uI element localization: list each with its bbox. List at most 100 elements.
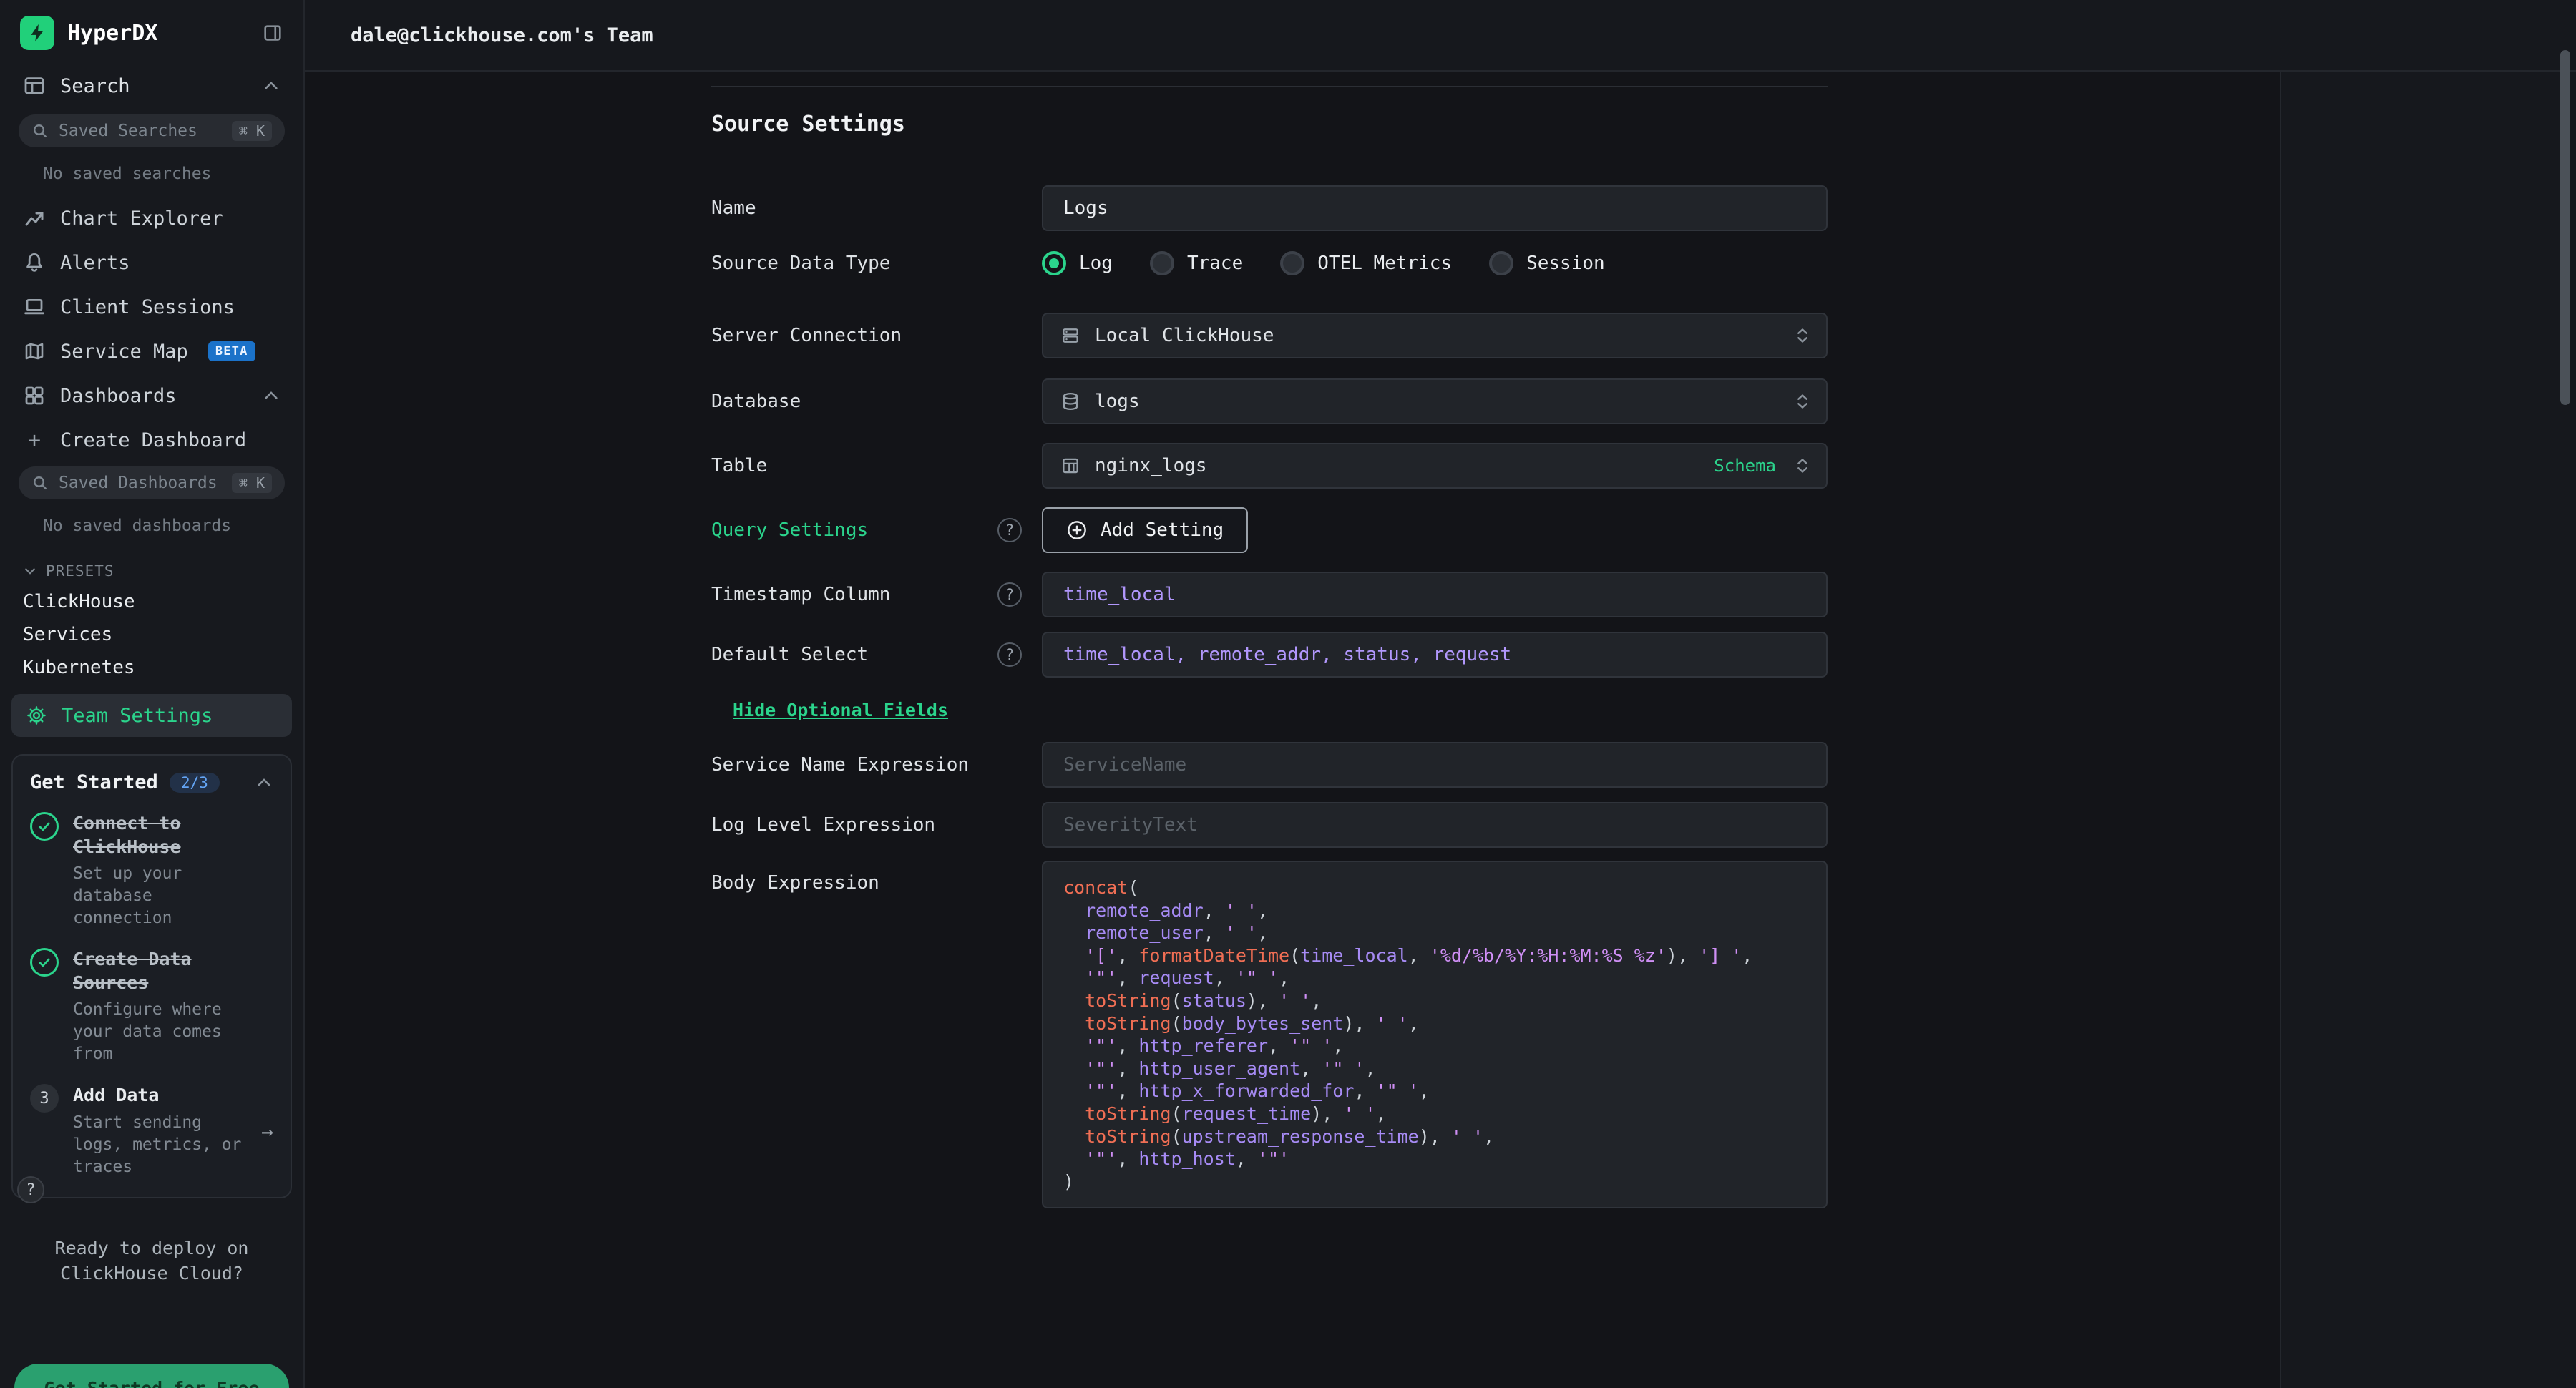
step-title: Connect to ClickHouse — [73, 812, 273, 859]
map-icon — [23, 340, 46, 363]
no-saved-searches-text: No saved searches — [0, 153, 303, 196]
table-label: Table — [711, 455, 767, 476]
radio-label: OTEL Metrics — [1317, 253, 1452, 274]
form-row-log-level: Log Level Expression — [711, 802, 1828, 848]
arrow-right-icon: → — [261, 1120, 273, 1143]
server-connection-select[interactable]: Local ClickHouse — [1042, 313, 1828, 358]
default-select-input[interactable] — [1042, 632, 1828, 678]
chevron-up-icon — [262, 386, 280, 405]
chevron-down-icon — [23, 564, 37, 578]
name-input[interactable] — [1042, 185, 1828, 231]
presets-label: PRESETS — [46, 562, 114, 580]
log-level-input[interactable] — [1042, 802, 1828, 848]
hide-optional-fields-link[interactable]: Hide Optional Fields — [733, 700, 948, 720]
database-label: Database — [711, 391, 801, 412]
get-started-title: Get Started — [30, 771, 158, 793]
app-root: HyperDX Search Saved Searches ⌘ K No sav… — [0, 0, 2576, 1388]
form-row-default-select: Default Select ? — [711, 632, 1828, 678]
chevron-updown-icon — [1793, 392, 1812, 411]
get-started-cta-button[interactable]: Get Started for Free — [14, 1364, 289, 1388]
search-section-label: Search — [60, 75, 130, 97]
check-circle-icon — [30, 948, 59, 977]
database-select[interactable]: logs — [1042, 378, 1828, 424]
shortcut-badge: ⌘ K — [232, 121, 272, 141]
body-expression-label: Body Expression — [711, 872, 879, 894]
sidebar-item-alerts[interactable]: Alerts — [0, 240, 303, 285]
server-connection-label: Server Connection — [711, 325, 902, 346]
schema-link[interactable]: Schema — [1714, 456, 1776, 476]
radio-unselected-icon — [1280, 251, 1304, 275]
sidebar-item-client-sessions[interactable]: Client Sessions — [0, 285, 303, 329]
nav-label: Dashboards — [60, 385, 177, 407]
sidebar-item-search[interactable]: Search — [0, 62, 303, 110]
plus-icon: + — [23, 428, 46, 453]
radio-otel-metrics[interactable]: OTEL Metrics — [1280, 251, 1452, 275]
chevron-updown-icon — [1793, 456, 1812, 475]
help-icon[interactable]: ? — [997, 642, 1022, 667]
form-row-database: Database logs — [711, 378, 1828, 424]
table-value: nginx_logs — [1095, 455, 1207, 476]
saved-dashboards-placeholder: Saved Dashboards — [59, 474, 218, 492]
right-panel-area — [2280, 72, 2576, 1388]
no-saved-dashboards-text: No saved dashboards — [0, 505, 303, 548]
name-label: Name — [711, 197, 756, 219]
brand-name: HyperDX — [67, 21, 157, 46]
saved-dashboards-input[interactable]: Saved Dashboards ⌘ K — [19, 466, 285, 499]
log-level-label: Log Level Expression — [711, 814, 935, 836]
chart-icon — [23, 207, 46, 230]
search-section-icon — [23, 74, 46, 97]
section-title: Source Settings — [711, 112, 1828, 137]
page-title: dale@clickhouse.com's Team — [351, 24, 653, 47]
scrollbar-thumb[interactable] — [2560, 50, 2570, 405]
sidebar-item-clickhouse[interactable]: ClickHouse — [0, 585, 303, 618]
step-number-badge: 3 — [30, 1084, 59, 1113]
form-row-name: Name — [711, 185, 1828, 231]
team-settings-label: Team Settings — [62, 705, 213, 727]
main-area: dale@clickhouse.com's Team Source Settin… — [305, 0, 2576, 1388]
help-icon[interactable]: ? — [997, 518, 1022, 542]
sidebar-item-service-map[interactable]: Service Map BETA — [0, 329, 303, 373]
form-row-timestamp-column: Timestamp Column ? — [711, 572, 1828, 617]
radio-trace[interactable]: Trace — [1150, 251, 1243, 275]
search-icon — [31, 122, 49, 140]
sidebar-item-kubernetes[interactable]: Kubernetes — [0, 651, 303, 684]
sidebar-item-services[interactable]: Services — [0, 618, 303, 651]
create-dashboard-button[interactable]: + Create Dashboard — [0, 418, 303, 462]
saved-searches-input[interactable]: Saved Searches ⌘ K — [19, 114, 285, 147]
get-started-header[interactable]: Get Started 2/3 — [30, 771, 273, 793]
collapse-sidebar-icon[interactable] — [262, 22, 283, 44]
timestamp-column-label: Timestamp Column — [711, 584, 890, 605]
radio-session[interactable]: Session — [1489, 251, 1605, 275]
body-expression-code[interactable]: concat( remote_addr, ' ', remote_user, '… — [1042, 861, 1828, 1208]
chevron-up-icon[interactable] — [255, 773, 273, 792]
query-settings-label: Query Settings — [711, 519, 868, 541]
get-started-step-add-data[interactable]: 3 Add Data Start sending logs, metrics, … — [30, 1084, 273, 1178]
sidebar-logo-row: HyperDX — [0, 0, 303, 62]
sidebar-item-team-settings[interactable]: Team Settings — [11, 694, 292, 737]
sidebar-item-chart-explorer[interactable]: Chart Explorer — [0, 196, 303, 240]
chevron-updown-icon — [1793, 326, 1812, 345]
source-settings-form: Source Settings Name Source Data Type Lo… — [711, 72, 1828, 1208]
bell-icon — [23, 251, 46, 274]
sidebar: HyperDX Search Saved Searches ⌘ K No sav… — [0, 0, 305, 1388]
form-row-table: Table nginx_logs Schema — [711, 443, 1828, 489]
add-setting-button[interactable]: Add Setting — [1042, 507, 1248, 553]
radio-log[interactable]: Log — [1042, 251, 1113, 275]
sidebar-item-dashboards[interactable]: Dashboards — [0, 373, 303, 418]
top-header: dale@clickhouse.com's Team — [305, 0, 2576, 72]
help-button[interactable]: ? — [17, 1176, 44, 1203]
database-icon — [1060, 391, 1080, 411]
service-name-input[interactable] — [1042, 742, 1828, 788]
form-row-source-data-type: Source Data Type Log Trace OTEL Metri — [711, 251, 1828, 275]
monitor-icon — [23, 295, 46, 318]
presets-section-header[interactable]: PRESETS — [0, 548, 303, 585]
timestamp-column-input[interactable] — [1042, 572, 1828, 617]
get-started-step-connect[interactable]: Connect to ClickHouse Set up your databa… — [30, 812, 273, 929]
help-icon[interactable]: ? — [997, 582, 1022, 607]
get-started-step-sources[interactable]: Create Data Sources Configure where your… — [30, 948, 273, 1065]
table-select[interactable]: nginx_logs Schema — [1042, 443, 1828, 489]
main-content: Source Settings Name Source Data Type Lo… — [305, 72, 2576, 1388]
source-data-type-label: Source Data Type — [711, 253, 890, 274]
create-dashboard-label: Create Dashboard — [60, 429, 246, 451]
table-icon — [1060, 456, 1080, 476]
